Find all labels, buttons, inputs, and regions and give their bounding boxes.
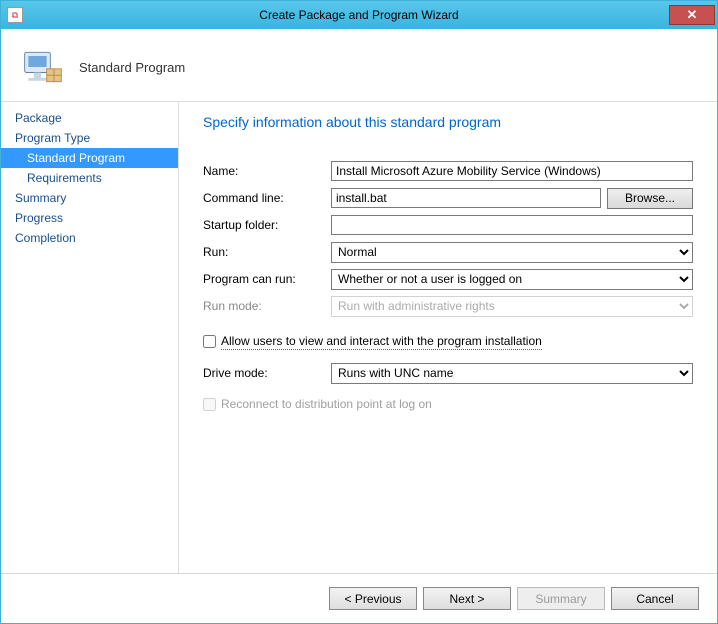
nav-summary[interactable]: Summary	[1, 188, 178, 208]
nav-package[interactable]: Package	[1, 108, 178, 128]
browse-button[interactable]: Browse...	[607, 188, 693, 209]
label-program-can-run: Program can run:	[203, 272, 331, 286]
input-command-line[interactable]	[331, 188, 601, 208]
wizard-nav: Package Program Type Standard Program Re…	[1, 102, 179, 573]
window-title: Create Package and Program Wizard	[1, 8, 717, 22]
checkbox-reconnect	[203, 398, 216, 411]
close-icon: ✕	[687, 7, 698, 23]
select-program-can-run[interactable]: Whether or not a user is logged on	[331, 269, 693, 290]
label-startup-folder: Startup folder:	[203, 218, 331, 232]
label-run-mode: Run mode:	[203, 299, 331, 313]
wizard-window: ⧉ Create Package and Program Wizard ✕ St…	[0, 0, 718, 624]
nav-completion[interactable]: Completion	[1, 228, 178, 248]
previous-button[interactable]: < Previous	[329, 587, 417, 610]
titlebar: ⧉ Create Package and Program Wizard ✕	[1, 1, 717, 29]
nav-requirements[interactable]: Requirements	[1, 168, 178, 188]
label-command-line: Command line:	[203, 191, 331, 205]
cancel-button[interactable]: Cancel	[611, 587, 699, 610]
input-name[interactable]	[331, 161, 693, 181]
close-button[interactable]: ✕	[669, 5, 715, 25]
content-heading: Specify information about this standard …	[203, 114, 693, 130]
label-drive-mode: Drive mode:	[203, 366, 331, 380]
label-name: Name:	[203, 164, 331, 178]
input-startup-folder[interactable]	[331, 215, 693, 235]
wizard-footer: < Previous Next > Summary Cancel	[1, 573, 717, 623]
nav-program-type[interactable]: Program Type	[1, 128, 178, 148]
nav-progress[interactable]: Progress	[1, 208, 178, 228]
label-run: Run:	[203, 245, 331, 259]
checkbox-allow-interact[interactable]	[203, 335, 216, 348]
select-run-mode: Run with administrative rights	[331, 296, 693, 317]
nav-standard-program[interactable]: Standard Program	[1, 148, 178, 168]
label-reconnect: Reconnect to distribution point at log o…	[221, 397, 432, 411]
summary-button: Summary	[517, 587, 605, 610]
label-allow-interact: Allow users to view and interact with th…	[221, 334, 542, 348]
select-drive-mode[interactable]: Runs with UNC name	[331, 363, 693, 384]
wizard-content: Specify information about this standard …	[179, 102, 717, 573]
select-run[interactable]: Normal	[331, 242, 693, 263]
wizard-header: Standard Program	[1, 29, 717, 101]
wizard-body: Package Program Type Standard Program Re…	[1, 101, 717, 573]
header-title: Standard Program	[79, 60, 185, 75]
app-icon: ⧉	[7, 7, 23, 23]
package-icon	[21, 45, 65, 89]
next-button[interactable]: Next >	[423, 587, 511, 610]
